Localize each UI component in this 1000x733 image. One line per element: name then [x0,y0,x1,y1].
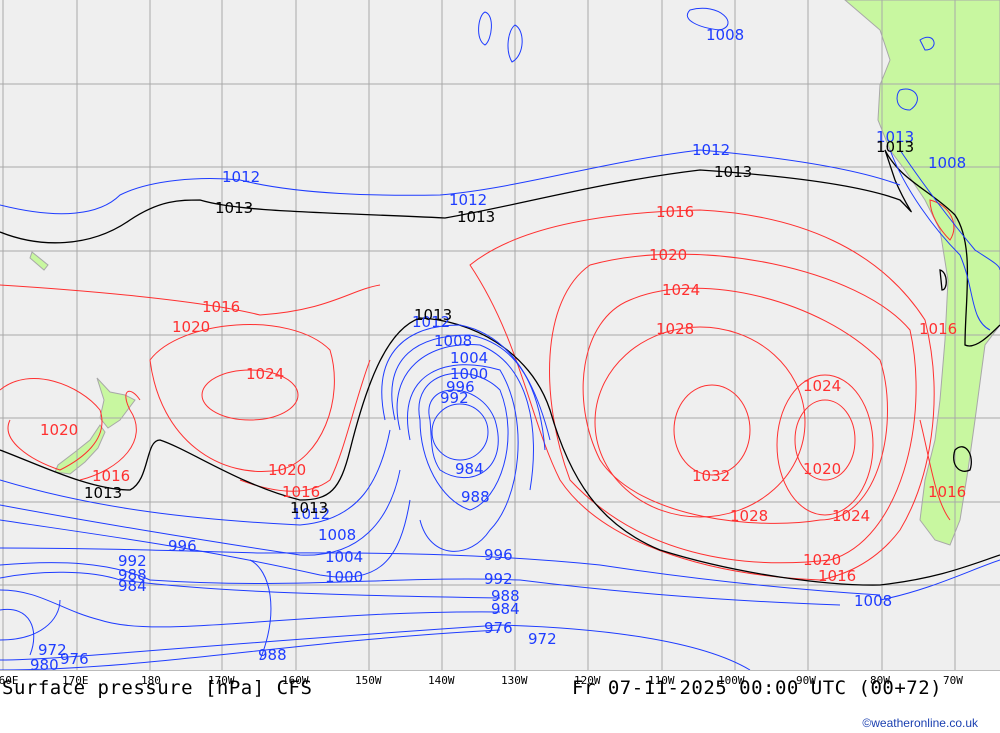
lon-label: 150W [355,674,382,687]
isobar-label: 1013 [457,208,495,226]
isobar-label: 1016 [92,467,130,485]
isobar-label: 996 [484,546,513,564]
map-title: Surface pressure [hPa] CFS [2,677,313,699]
isobar-label: 984 [118,577,147,595]
isobar-label: 1024 [832,507,870,525]
isobar-label: 1016 [282,483,320,501]
isobar-label: 1000 [325,568,363,586]
isobar-label: 1013 [414,306,452,324]
isobar-label: 1016 [919,320,957,338]
isobar-label: 1013 [876,138,914,156]
lon-label: 130W [501,674,528,687]
isobar-label: 1020 [172,318,210,336]
isobar-label: 980 [30,656,59,670]
isobar-label: 988 [491,587,520,605]
isobar-label: 1013 [714,163,752,181]
isobar-label: 1020 [40,421,78,439]
isobar-label: 1032 [692,467,730,485]
isobar-label: 1013 [290,499,328,517]
lon-label: 70W [943,674,963,687]
isobar-label: 1012 [449,191,487,209]
isobar-label: 976 [484,619,513,637]
isobar-label: 1012 [692,141,730,159]
credit-link[interactable]: ©weatheronline.co.uk [862,716,978,730]
isobar-label: 1016 [928,483,966,501]
isobar-label: 1020 [268,461,306,479]
isobar-label: 1004 [325,548,363,566]
isobar-label: 984 [455,460,484,478]
isobar-label: 1028 [656,320,694,338]
isobar-label: 1020 [649,246,687,264]
isobar-label: 992 [440,389,469,407]
isobar-label: 1008 [706,26,744,44]
lon-label: 140W [428,674,455,687]
isobar-label: 1016 [656,203,694,221]
isobar-label: 992 [484,570,513,588]
isobar-label: 1028 [730,507,768,525]
isobar-label: 1024 [246,365,284,383]
isobar-label: 1008 [434,332,472,350]
isobar-label: 1012 [222,168,260,186]
isobar-label: 1016 [818,567,856,585]
isobar-label: 1016 [202,298,240,316]
isobar-label: 988 [258,646,287,664]
isobar-label: 988 [461,488,490,506]
isobar-label: 1013 [84,484,122,502]
isobar-label: 1013 [215,199,253,217]
isobar-label: 1008 [854,592,892,610]
isobar-label: 1008 [318,526,356,544]
isobar-label: 1024 [662,281,700,299]
isobar-label: 996 [168,537,197,555]
isobar-label: 1008 [928,154,966,172]
isobar-label: 1020 [803,460,841,478]
valid-time: Fr 07-11-2025 00:00 UTC (00+72) [572,677,943,699]
isobar-label: 1024 [803,377,841,395]
pressure-map: 1008 1012 1012 1012 1013 1012 1008 1004 … [0,0,1000,670]
isobar-label: 972 [528,630,557,648]
